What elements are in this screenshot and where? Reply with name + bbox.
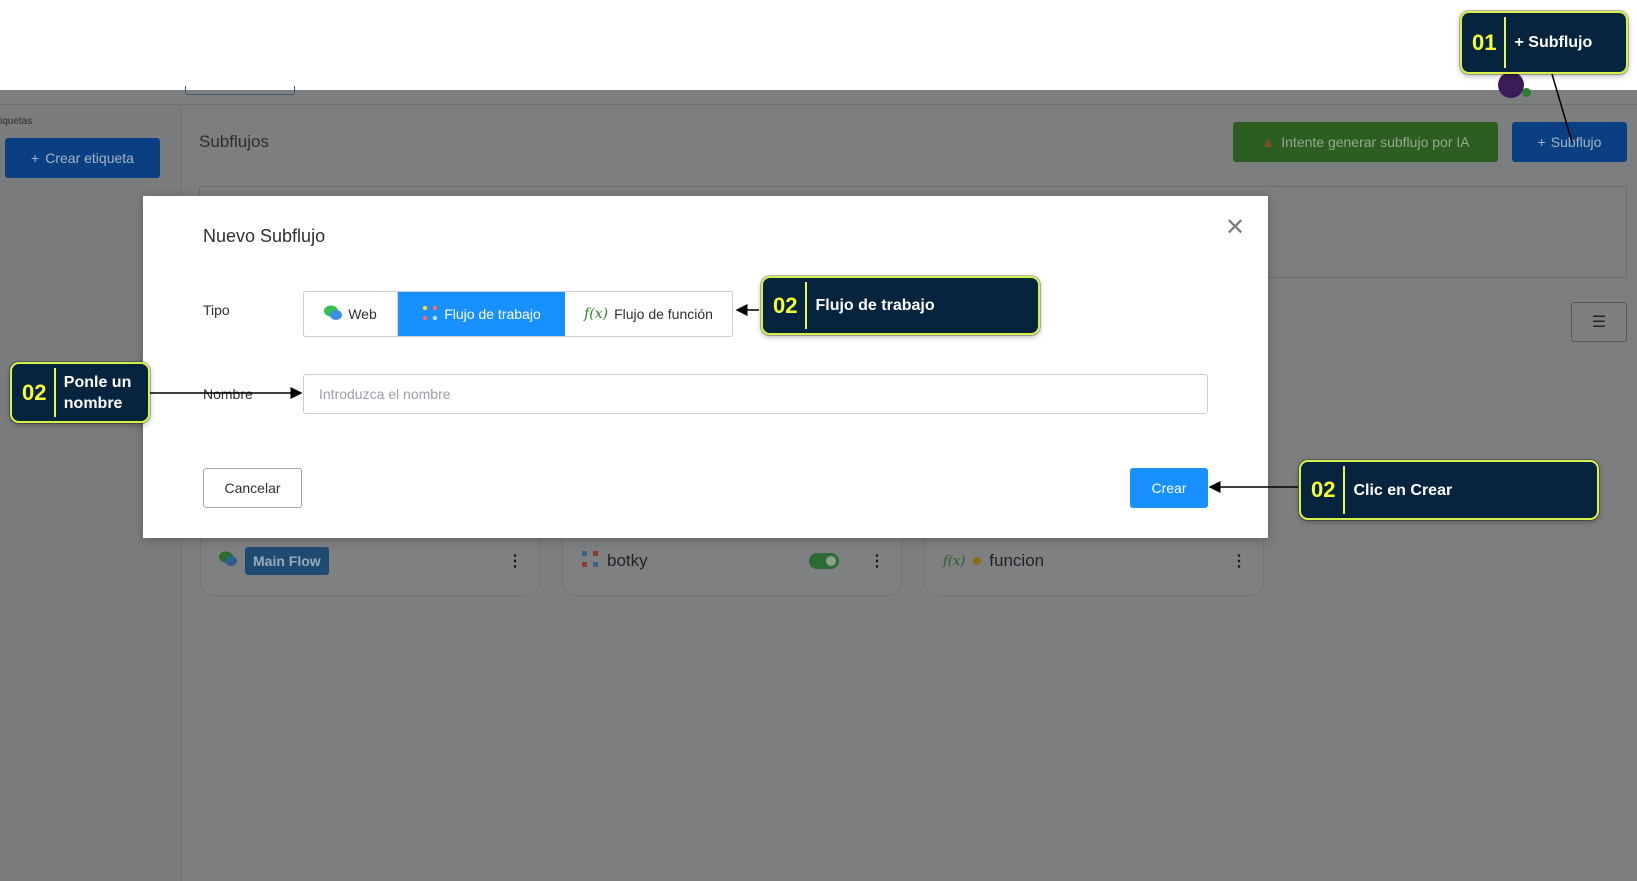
header-divider: [0, 104, 1637, 105]
fire-icon: ▲: [1261, 134, 1276, 150]
workflow-icon: [422, 305, 438, 324]
type-option-workflow[interactable]: Flujo de trabajo: [398, 292, 565, 336]
create-button[interactable]: Crear: [1130, 468, 1208, 508]
online-status-dot: [1522, 88, 1531, 97]
create-tag-button[interactable]: + Crear etiqueta: [5, 138, 160, 178]
name-input[interactable]: [303, 374, 1208, 414]
type-option-function[interactable]: f(x) Flujo de función: [565, 292, 732, 336]
type-option-web[interactable]: Web: [304, 292, 398, 336]
subflow-card[interactable]: f(x) funcion ⋮: [924, 530, 1264, 596]
status-dot: [973, 557, 982, 565]
create-tag-label: Crear etiqueta: [45, 150, 134, 166]
new-subflow-modal: Nuevo Subflujo ✕ Tipo Web Flujo de traba…: [143, 196, 1268, 538]
more-options-icon[interactable]: ⋮: [1231, 551, 1247, 571]
subflow-card-title: Main Flow: [245, 547, 329, 575]
callout-number: 02: [1311, 477, 1336, 502]
modal-title: Nuevo Subflujo: [203, 226, 326, 246]
chat-icon: [219, 551, 237, 572]
page-title: Subflujos: [199, 132, 269, 151]
plus-icon: +: [31, 150, 40, 166]
callout-text: Ponle un nombre: [63, 373, 132, 412]
cancel-button[interactable]: Cancelar: [203, 468, 302, 508]
more-options-icon[interactable]: ⋮: [507, 551, 523, 571]
workflow-icon: [581, 550, 599, 573]
subflow-card[interactable]: Main Flow ⋮: [200, 530, 540, 596]
callout-text: Clic en Crear: [1353, 481, 1453, 499]
list-view-button[interactable]: ☰: [1571, 302, 1627, 342]
chat-icon: [324, 305, 343, 324]
subflow-card[interactable]: botky ⋮: [562, 530, 902, 596]
add-subflow-label: Subflujo: [1550, 134, 1602, 150]
header-tab-stub: [185, 86, 295, 95]
plus-icon: +: [1537, 134, 1546, 150]
callout-step-create: 02 Clic en Crear: [1299, 460, 1599, 520]
subflow-card-title: funcion: [989, 551, 1045, 570]
add-subflow-button[interactable]: + Subflujo: [1512, 122, 1627, 162]
type-option-label: Flujo de función: [614, 306, 713, 322]
type-label: Tipo: [203, 302, 230, 318]
callout-number: 02: [773, 292, 798, 318]
function-icon: f(x): [943, 553, 966, 569]
enabled-toggle[interactable]: [809, 553, 839, 569]
function-icon: f(x): [584, 306, 609, 322]
callout-text: Flujo de trabajo: [815, 297, 935, 314]
ai-generate-label: Intente generar subflujo por IA: [1281, 134, 1470, 150]
callout-step-workflow: 02 Flujo de trabajo: [761, 276, 1040, 335]
callout-number: 01: [1472, 29, 1497, 55]
tags-sidebar-label: iquetas: [0, 116, 33, 127]
top-banner: [0, 0, 1637, 90]
callout-text: + Subflujo: [1514, 34, 1593, 51]
ai-generate-subflow-button[interactable]: ▲ Intente generar subflujo por IA: [1233, 122, 1498, 162]
user-avatar[interactable]: [1498, 72, 1524, 98]
close-icon[interactable]: ✕: [1225, 216, 1245, 240]
name-label: Nombre: [203, 386, 253, 402]
type-selector: Web Flujo de trabajo f(x) Flujo de funci…: [303, 291, 733, 337]
list-icon: ☰: [1591, 314, 1607, 331]
callout-step-name: 02 Ponle un nombre: [10, 362, 150, 423]
type-option-label: Web: [348, 306, 377, 322]
subflow-card-title: botky: [607, 551, 648, 570]
type-option-label: Flujo de trabajo: [444, 306, 541, 322]
callout-step-subflow: 01 + Subflujo: [1460, 11, 1628, 74]
more-options-icon[interactable]: ⋮: [869, 551, 885, 571]
callout-number: 02: [22, 379, 47, 405]
